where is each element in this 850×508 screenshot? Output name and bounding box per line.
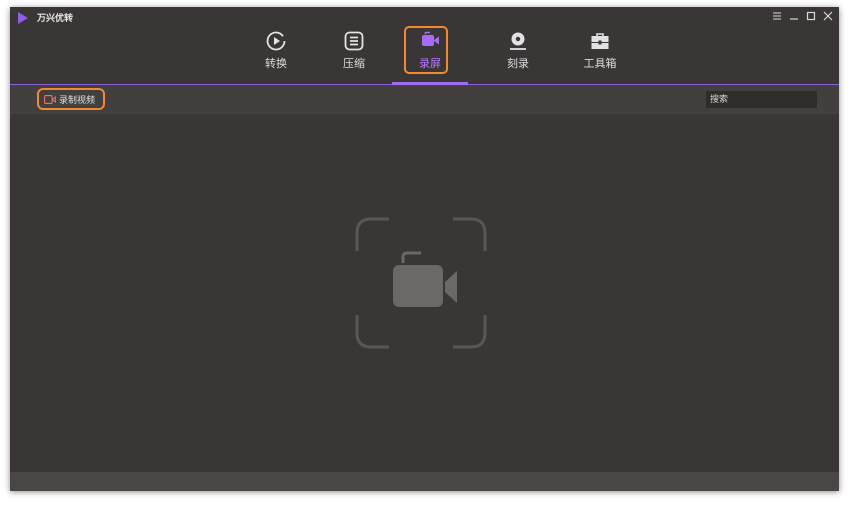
recording-list-area — [10, 114, 839, 472]
tab-label: 压缩 — [343, 57, 365, 70]
tab-burn[interactable]: 刻录 — [496, 26, 540, 78]
play-triangle-icon — [18, 12, 28, 24]
app-window: 万兴优转 转换 压缩 录屏 刻录 工具箱 录制视频 搜索 — [10, 7, 839, 491]
minimize-icon[interactable] — [787, 9, 801, 23]
screen-record-icon — [422, 31, 439, 46]
record-video-button[interactable]: 录制视频 — [37, 88, 105, 110]
header: 万兴优转 转换 压缩 录屏 刻录 工具箱 — [10, 7, 839, 85]
app-title: 万兴优转 — [37, 14, 74, 24]
close-icon[interactable] — [821, 9, 835, 23]
toolbar: 录制视频 — [10, 85, 839, 114]
main-tabs: 转换 压缩 录屏 刻录 工具箱 — [254, 26, 624, 85]
menu-icon[interactable] — [770, 9, 784, 23]
tab-screen-record[interactable]: 录屏 — [408, 26, 452, 78]
tab-label: 转换 — [265, 57, 287, 70]
toolbox-icon — [591, 33, 609, 49]
convert-icon — [266, 31, 286, 51]
screen-record-placeholder-icon — [355, 217, 487, 349]
video-camera-icon — [44, 94, 56, 104]
maximize-icon[interactable] — [804, 9, 818, 23]
burn-disc-icon — [510, 32, 526, 50]
search-input[interactable] — [706, 91, 817, 108]
tab-label: 录屏 — [419, 57, 441, 70]
tab-convert[interactable]: 转换 — [254, 26, 298, 78]
tab-label: 刻录 — [507, 57, 529, 70]
compress-icon — [344, 31, 364, 51]
tab-label: 工具箱 — [583, 57, 617, 70]
status-bar — [10, 472, 839, 491]
tab-compress[interactable]: 压缩 — [332, 26, 376, 78]
window-controls — [770, 9, 835, 23]
tab-toolbox[interactable]: 工具箱 — [576, 26, 624, 78]
record-video-label: 录制视频 — [59, 95, 96, 106]
